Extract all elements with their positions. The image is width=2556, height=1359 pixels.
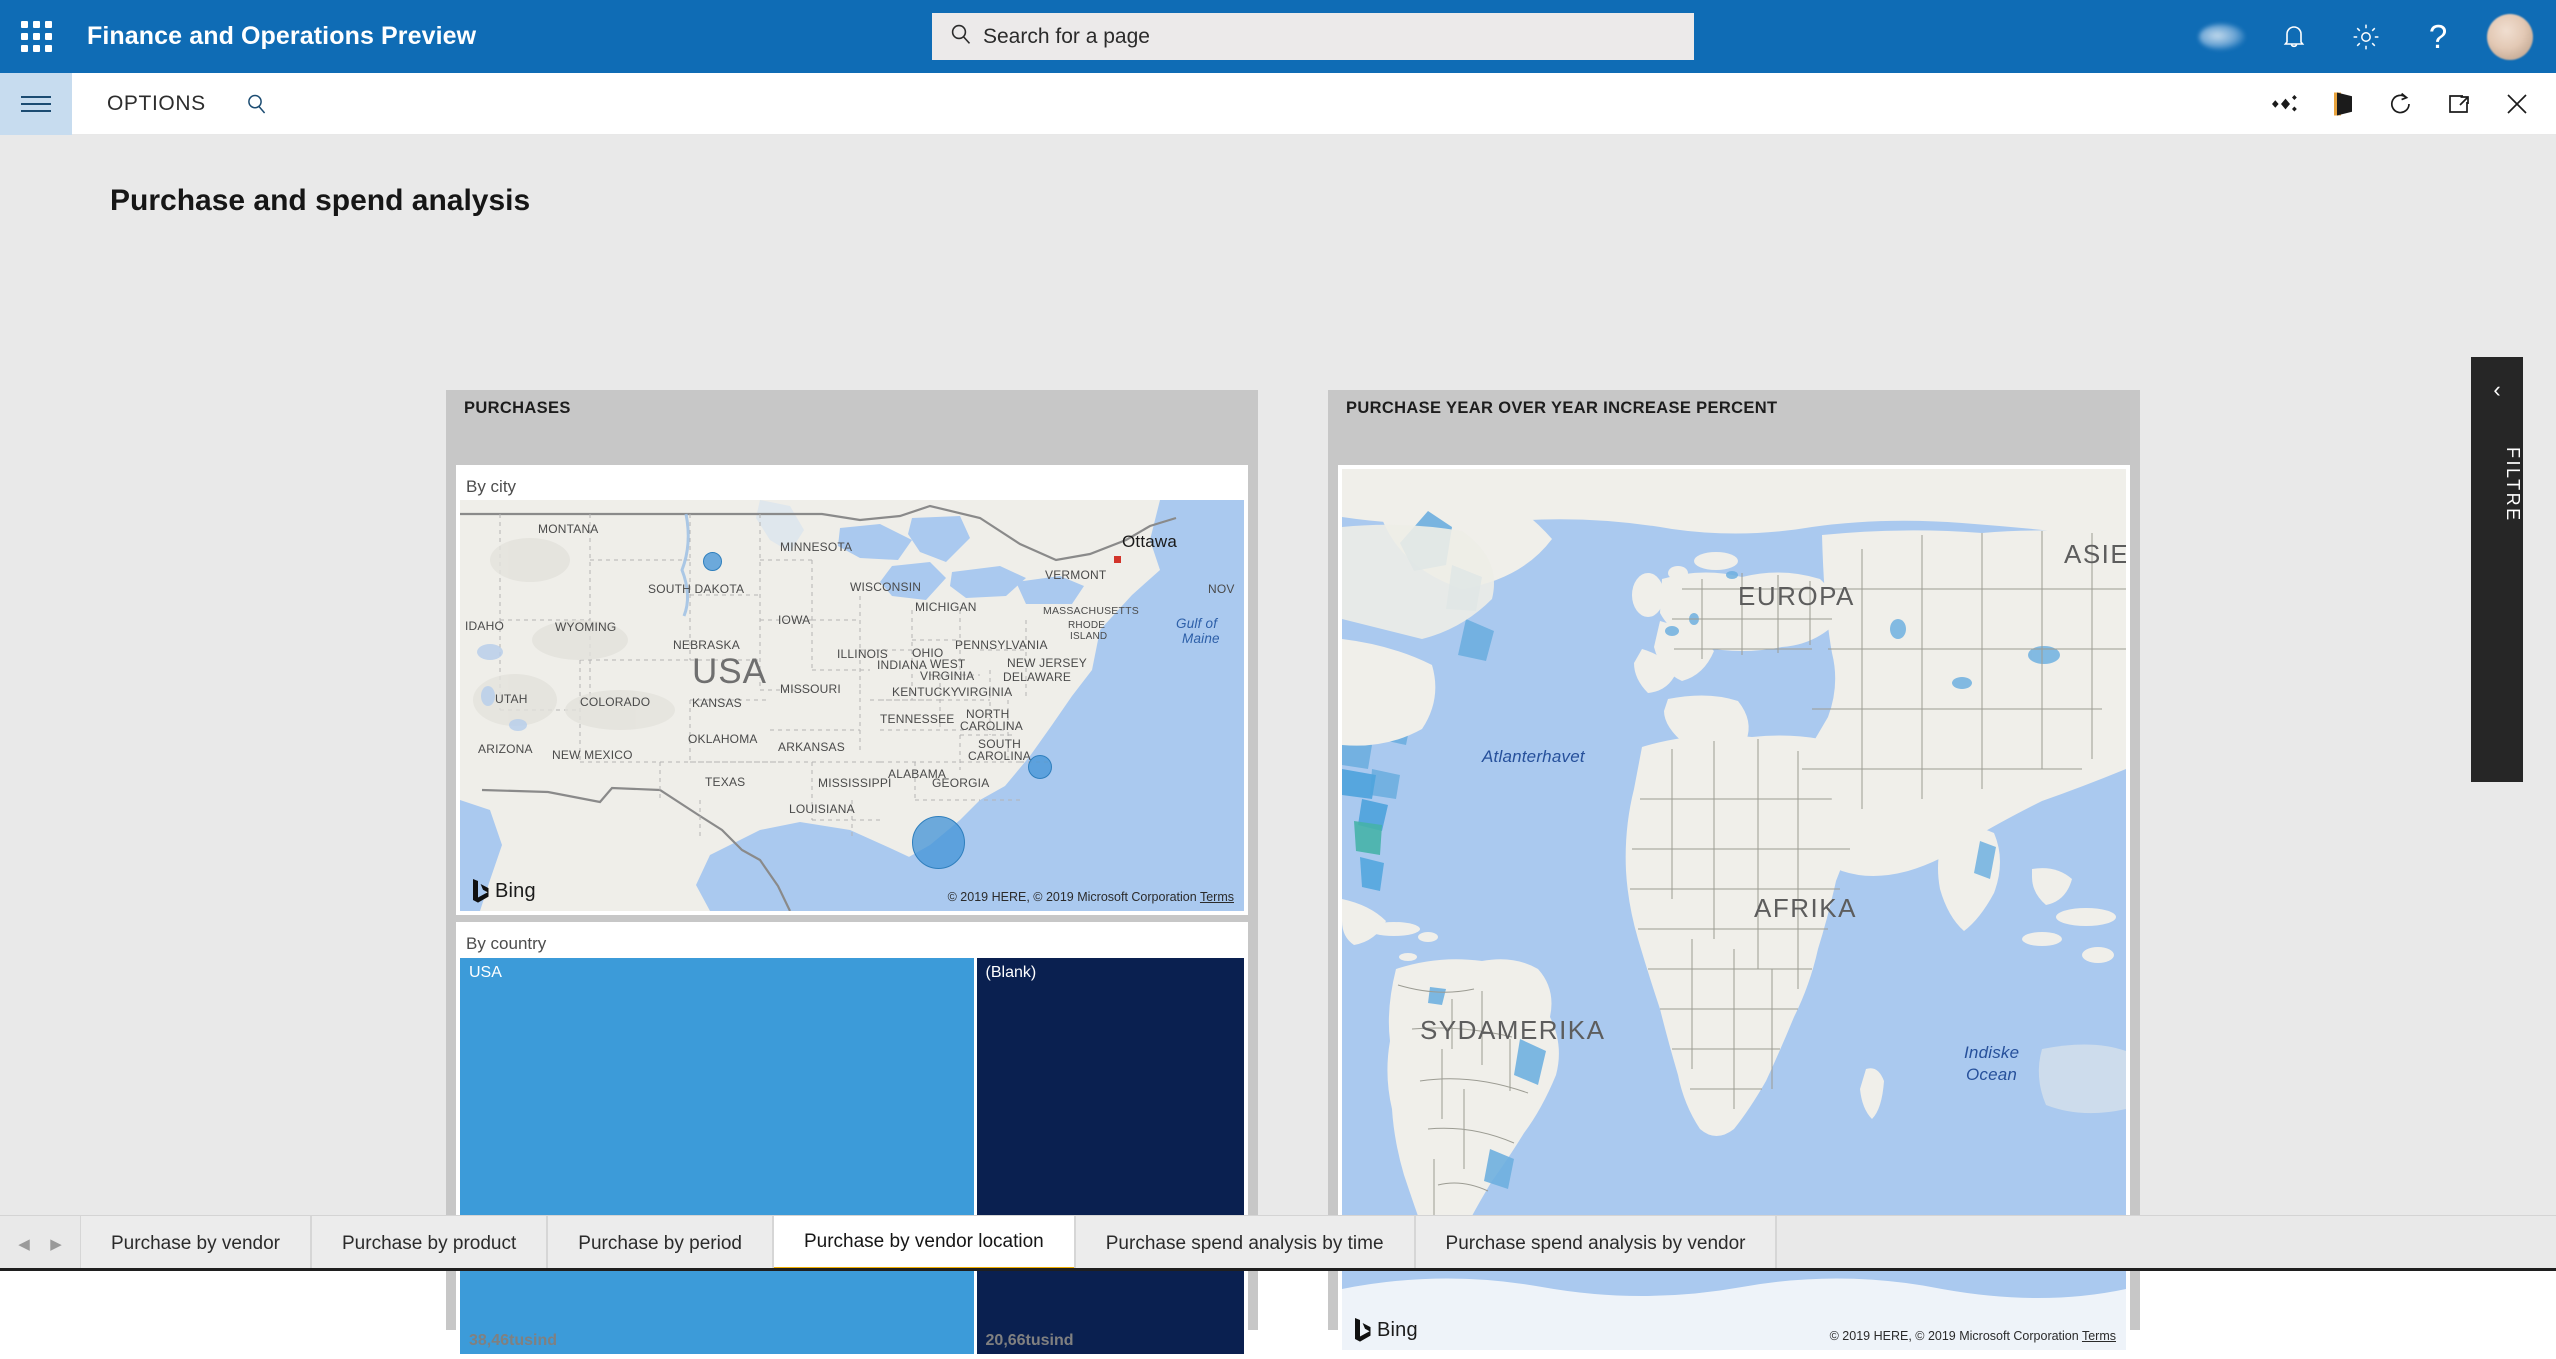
visual-title-by-country: By country <box>456 922 1248 957</box>
personalize-icon[interactable] <box>2256 73 2314 135</box>
map-data-bubble[interactable] <box>703 552 722 571</box>
close-icon[interactable] <box>2488 73 2546 135</box>
map-data-bubble[interactable] <box>912 816 965 869</box>
app-title: Finance and Operations Preview <box>87 22 476 51</box>
waffle-dots <box>21 21 52 52</box>
treemap-cell-label: (Blank) <box>986 964 1037 982</box>
tab-purchase-spend-analysis-by-vendor[interactable]: Purchase spend analysis by vendor <box>1415 1216 1777 1271</box>
topbar-icon-group: ? <box>2186 0 2546 73</box>
treemap-chart: USA 38,46tusind (Blank) 20,66tusind <box>460 958 1244 1354</box>
tab-purchase-by-vendor[interactable]: Purchase by vendor <box>80 1216 311 1271</box>
search-icon <box>950 23 972 50</box>
tile-purchase-yoy-body: EUROPA ASIEN AFRIKA SYDAMERIKA Atlanterh… <box>1328 427 2140 1330</box>
map-attribution-text: © 2019 HERE, © 2019 Microsoft Corporatio… <box>948 890 1197 904</box>
bing-map-usa[interactable]: USA Ottawa MONTANA MINNESOTA SOUTH DAKOT… <box>460 500 1244 911</box>
help-question-icon[interactable]: ? <box>2402 0 2474 73</box>
treemap-cell-value: 38,46tusind <box>469 1332 557 1350</box>
hamburger-menu-icon[interactable] <box>0 73 72 135</box>
tab-purchase-by-product[interactable]: Purchase by product <box>311 1216 547 1271</box>
page-title: Purchase and spend analysis <box>110 184 530 218</box>
visual-purchases-by-country[interactable]: By country USA 38,46tusind (Blank) 20,66… <box>456 922 1248 1359</box>
tab-purchase-by-period[interactable]: Purchase by period <box>547 1216 773 1271</box>
tab-purchase-by-vendor-location[interactable]: Purchase by vendor location <box>773 1216 1075 1271</box>
map-terms-link[interactable]: Terms <box>1200 890 1234 904</box>
tab-scroll-prev-icon[interactable]: ◀ <box>8 1216 40 1271</box>
notifications-bell-icon[interactable] <box>2258 0 2330 73</box>
command-bar: OPTIONS <box>0 73 2556 135</box>
user-avatar[interactable] <box>2474 0 2546 73</box>
bing-logo[interactable]: Bing <box>472 879 536 903</box>
map-attribution: © 2019 HERE, © 2019 Microsoft Corporatio… <box>1830 1329 2116 1343</box>
bing-label: Bing <box>495 880 536 903</box>
tab-purchase-spend-analysis-by-time[interactable]: Purchase spend analysis by time <box>1075 1216 1415 1271</box>
visual-title-by-city: By city <box>456 465 1248 500</box>
treemap-cell-label: USA <box>469 964 502 982</box>
bottom-tab-bar: ◀ ▶ Purchase by vendor Purchase by produ… <box>0 1215 2556 1271</box>
open-in-office-icon[interactable] <box>2314 73 2372 135</box>
map-data-bubble[interactable] <box>1028 755 1052 779</box>
map-attribution: © 2019 HERE, © 2019 Microsoft Corporatio… <box>948 890 1234 904</box>
capital-marker-icon <box>1114 556 1121 563</box>
bing-label: Bing <box>1377 1319 1418 1342</box>
filter-panel-label: FILTRE <box>2471 447 2523 523</box>
filter-panel-collapsed[interactable]: ‹ FILTRE <box>2471 357 2523 782</box>
page-search-icon[interactable] <box>246 93 268 115</box>
tab-nav-group: ◀ ▶ <box>0 1216 80 1271</box>
map-attribution-text: © 2019 HERE, © 2019 Microsoft Corporatio… <box>1830 1329 2079 1343</box>
chevron-left-icon[interactable]: ‹ <box>2471 379 2523 401</box>
treemap-cell-blank[interactable]: (Blank) 20,66tusind <box>977 958 1244 1354</box>
hamburger-lines <box>21 91 51 117</box>
treemap-cell-usa[interactable]: USA 38,46tusind <box>460 958 974 1354</box>
bing-mark-icon <box>472 879 489 903</box>
map-terms-link[interactable]: Terms <box>2082 1329 2116 1343</box>
app-launcher-icon[interactable] <box>0 0 72 73</box>
search-placeholder: Search for a page <box>983 25 1150 49</box>
tile-purchases-body: By city <box>446 427 1258 1330</box>
tab-bar-filler <box>1776 1216 2556 1271</box>
top-navigation-bar: Finance and Operations Preview Search fo… <box>0 0 2556 73</box>
workspace: Purchase and spend analysis PURCHASES By… <box>0 135 2556 1216</box>
refresh-icon[interactable] <box>2372 73 2430 135</box>
visual-purchases-by-city[interactable]: By city <box>456 465 1248 915</box>
options-button[interactable]: OPTIONS <box>107 92 206 116</box>
settings-gear-icon[interactable] <box>2330 0 2402 73</box>
bing-logo[interactable]: Bing <box>1354 1318 1418 1342</box>
global-search-box[interactable]: Search for a page <box>932 13 1694 60</box>
tab-scroll-next-icon[interactable]: ▶ <box>40 1216 72 1271</box>
tile-purchase-yoy: PURCHASE YEAR OVER YEAR INCREASE PERCENT <box>1328 390 2140 1330</box>
tile-purchases-header: PURCHASES <box>446 390 1258 427</box>
open-in-new-window-icon[interactable] <box>2430 73 2488 135</box>
tile-purchases: PURCHASES By city <box>446 390 1258 1330</box>
command-bar-icons <box>2256 73 2546 135</box>
tile-purchase-yoy-header: PURCHASE YEAR OVER YEAR INCREASE PERCENT <box>1328 390 2140 427</box>
bing-mark-icon <box>1354 1318 1371 1342</box>
cloud-status-icon[interactable] <box>2186 0 2258 73</box>
treemap-cell-value: 20,66tusind <box>986 1332 1074 1350</box>
